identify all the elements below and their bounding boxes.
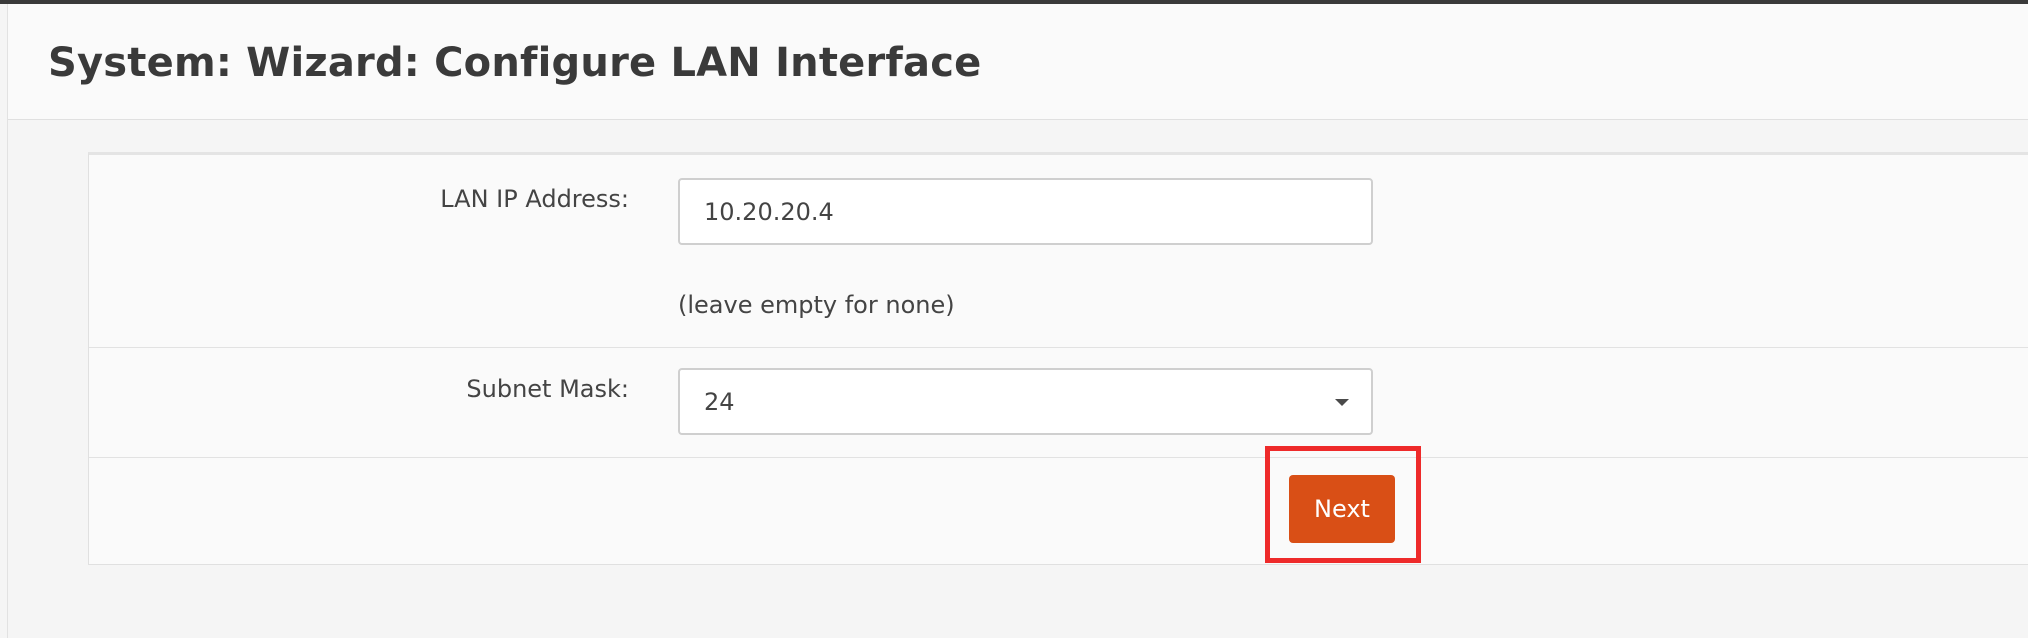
lan-ip-input[interactable] <box>678 178 1373 245</box>
row-divider <box>89 457 2028 458</box>
lan-ip-label: LAN IP Address: <box>440 185 629 213</box>
row-divider <box>89 347 2028 348</box>
page-header: System: Wizard: Configure LAN Interface <box>8 4 2028 120</box>
caret-down-icon <box>1335 399 1349 406</box>
wizard-form-panel: LAN IP Address: (leave empty for none) S… <box>88 152 2028 565</box>
subnet-mask-select[interactable]: 24 <box>678 368 1373 435</box>
next-button[interactable]: Next <box>1289 475 1395 543</box>
subnet-mask-label: Subnet Mask: <box>466 375 629 403</box>
subnet-mask-value: 24 <box>704 388 735 416</box>
lan-ip-hint: (leave empty for none) <box>678 291 955 319</box>
page-title: System: Wizard: Configure LAN Interface <box>48 40 982 86</box>
